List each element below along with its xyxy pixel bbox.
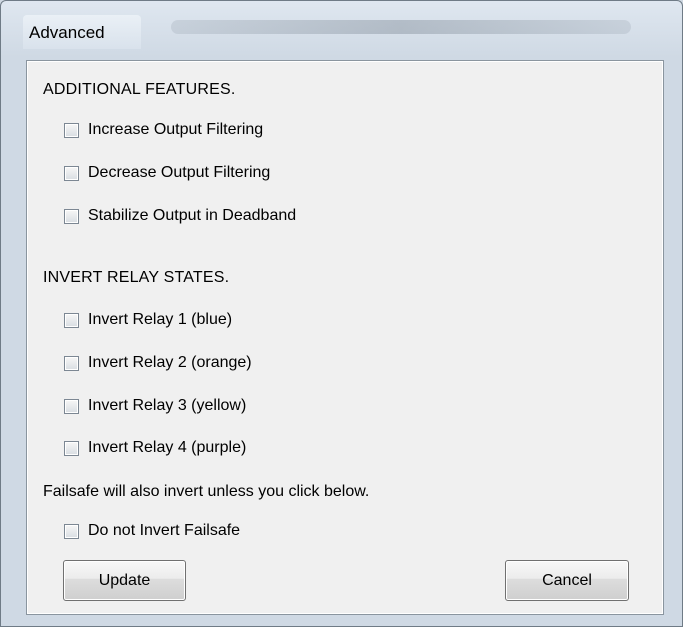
window-title: Advanced bbox=[29, 23, 105, 42]
invert-relay-states-heading: INVERT RELAY STATES. bbox=[43, 269, 230, 286]
failsafe-note: Failsafe will also invert unless you cli… bbox=[43, 483, 370, 500]
additional-features-heading: ADDITIONAL FEATURES. bbox=[43, 81, 236, 98]
invert-relay-4-option[interactable]: Invert Relay 4 (purple) bbox=[64, 437, 246, 459]
invert-relay-3-option[interactable]: Invert Relay 3 (yellow) bbox=[64, 395, 246, 417]
invert-relay-4-checkbox[interactable] bbox=[64, 440, 79, 456]
decrease-output-filtering-option[interactable]: Decrease Output Filtering bbox=[64, 162, 270, 184]
stabilize-output-option[interactable]: Stabilize Output in Deadband bbox=[64, 205, 296, 227]
increase-output-filtering-label: Increase Output Filtering bbox=[88, 121, 264, 138]
increase-output-filtering-option[interactable]: Increase Output Filtering bbox=[64, 119, 263, 141]
invert-relay-4-label: Invert Relay 4 (purple) bbox=[88, 439, 247, 456]
decrease-output-filtering-checkbox[interactable] bbox=[64, 165, 79, 181]
do-not-invert-failsafe-checkbox[interactable] bbox=[64, 523, 79, 539]
invert-relay-2-checkbox[interactable] bbox=[64, 355, 79, 371]
update-button[interactable]: Update bbox=[63, 560, 186, 601]
title-bar[interactable]: Advanced bbox=[1, 1, 682, 57]
dialog-content: ADDITIONAL FEATURES. Increase Output Fil… bbox=[26, 60, 664, 615]
invert-relay-3-checkbox[interactable] bbox=[64, 398, 79, 414]
invert-relay-1-label: Invert Relay 1 (blue) bbox=[88, 311, 233, 328]
blurred-title-background bbox=[171, 20, 631, 34]
increase-output-filtering-checkbox[interactable] bbox=[64, 122, 79, 138]
invert-relay-3-label: Invert Relay 3 (yellow) bbox=[88, 397, 247, 414]
invert-relay-1-option[interactable]: Invert Relay 1 (blue) bbox=[64, 309, 232, 331]
stabilize-output-checkbox[interactable] bbox=[64, 208, 79, 224]
cancel-button[interactable]: Cancel bbox=[505, 560, 629, 601]
invert-relay-1-checkbox[interactable] bbox=[64, 312, 79, 328]
advanced-dialog: Advanced ADDITIONAL FEATURES. Increase O… bbox=[0, 0, 683, 627]
do-not-invert-failsafe-label: Do not Invert Failsafe bbox=[88, 522, 241, 539]
invert-relay-2-label: Invert Relay 2 (orange) bbox=[88, 354, 252, 371]
decrease-output-filtering-label: Decrease Output Filtering bbox=[88, 164, 271, 181]
invert-relay-2-option[interactable]: Invert Relay 2 (orange) bbox=[64, 352, 252, 374]
stabilize-output-label: Stabilize Output in Deadband bbox=[88, 207, 297, 224]
do-not-invert-failsafe-option[interactable]: Do not Invert Failsafe bbox=[64, 520, 240, 542]
